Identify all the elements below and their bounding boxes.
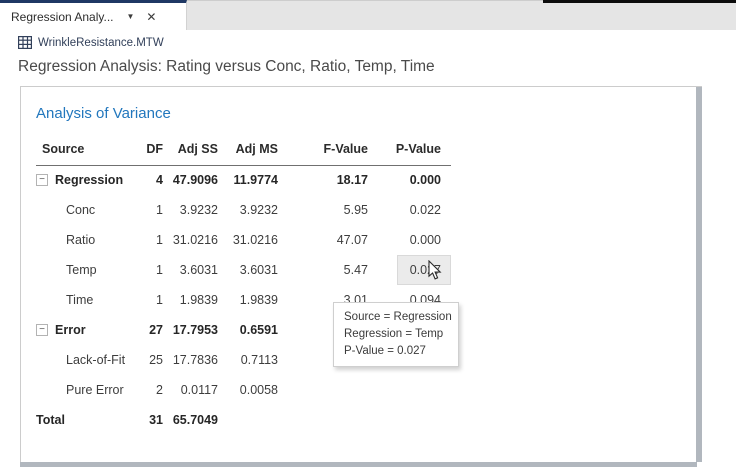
f-value-cell[interactable] bbox=[278, 375, 368, 405]
table-row: Temp13.60313.60315.470.027 bbox=[36, 255, 451, 285]
anova-body: −Regression447.909611.977418.170.000Conc… bbox=[36, 165, 451, 435]
df-cell[interactable]: 2 bbox=[130, 375, 163, 405]
col-header-adjss: Adj SS bbox=[163, 133, 218, 165]
df-cell[interactable]: 1 bbox=[130, 285, 163, 315]
adj-ss-cell[interactable]: 65.7049 bbox=[163, 405, 218, 435]
page-title: Regression Analysis: Rating versus Conc,… bbox=[18, 58, 435, 76]
source-cell[interactable]: Pure Error bbox=[36, 375, 130, 405]
anova-table: Source DF Adj SS Adj MS F-Value P-Value … bbox=[36, 133, 451, 435]
df-cell[interactable]: 25 bbox=[130, 345, 163, 375]
source-cell[interactable]: Ratio bbox=[36, 225, 130, 255]
collapse-icon[interactable]: − bbox=[36, 174, 48, 186]
f-value-cell[interactable]: 18.17 bbox=[278, 165, 368, 195]
table-row: Pure Error 20.01170.0058 bbox=[36, 375, 451, 405]
col-header-pvalue: P-Value bbox=[368, 133, 451, 165]
p-value-text: 0.000 bbox=[410, 173, 441, 187]
source-label: Temp bbox=[66, 263, 97, 277]
vertical-scrollbar[interactable] bbox=[696, 87, 702, 462]
p-value-cell[interactable]: 0.022 bbox=[368, 195, 451, 225]
df-cell[interactable]: 1 bbox=[130, 225, 163, 255]
tooltip-line: Source = Regression bbox=[344, 309, 448, 326]
df-cell[interactable]: 1 bbox=[130, 255, 163, 285]
adj-ss-cell[interactable]: 47.9096 bbox=[163, 165, 218, 195]
tab-title: Regression Analy... bbox=[11, 10, 114, 24]
tooltip-line: P-Value = 0.027 bbox=[344, 343, 448, 360]
source-cell[interactable]: −Error bbox=[36, 315, 130, 345]
source-cell[interactable]: −Regression bbox=[36, 165, 130, 195]
source-cell[interactable]: Lack-of-Fit bbox=[36, 345, 130, 375]
worksheet-name: WrinkleResistance.MTW bbox=[38, 37, 164, 49]
col-header-fvalue: F-Value bbox=[278, 133, 368, 165]
mouse-cursor-icon bbox=[428, 260, 443, 286]
adj-ms-cell[interactable]: 3.9232 bbox=[218, 195, 278, 225]
source-cell[interactable]: Conc bbox=[36, 195, 130, 225]
adj-ss-cell[interactable]: 1.9839 bbox=[163, 285, 218, 315]
adj-ss-cell[interactable]: 3.9232 bbox=[163, 195, 218, 225]
table-header-row: Source DF Adj SS Adj MS F-Value P-Value bbox=[36, 133, 451, 165]
source-label: Regression bbox=[55, 173, 123, 187]
adj-ms-cell[interactable]: 1.9839 bbox=[218, 285, 278, 315]
source-label: Pure Error bbox=[66, 383, 124, 397]
source-label: Ratio bbox=[66, 233, 95, 247]
col-header-df: DF bbox=[130, 133, 163, 165]
f-value-cell[interactable] bbox=[278, 405, 368, 435]
col-header-source: Source bbox=[36, 133, 130, 165]
tooltip-line: Regression = Temp bbox=[344, 326, 448, 343]
source-label: Conc bbox=[66, 203, 95, 217]
p-value-text: 0.000 bbox=[410, 233, 441, 247]
p-value-cell[interactable]: 0.000 bbox=[368, 165, 451, 195]
app-window: Regression Analy... ▼ ✕ WrinkleResistanc… bbox=[0, 0, 736, 474]
adj-ms-cell[interactable]: 31.0216 bbox=[218, 225, 278, 255]
df-cell[interactable]: 31 bbox=[130, 405, 163, 435]
source-cell[interactable]: Total bbox=[36, 405, 130, 435]
source-cell[interactable]: Time bbox=[36, 285, 130, 315]
table-row: Conc13.92323.92325.950.022 bbox=[36, 195, 451, 225]
source-label: Total bbox=[36, 413, 65, 427]
df-cell[interactable]: 4 bbox=[130, 165, 163, 195]
df-cell[interactable]: 1 bbox=[130, 195, 163, 225]
worksheet-link[interactable]: WrinkleResistance.MTW bbox=[18, 36, 164, 49]
table-row: −Regression447.909611.977418.170.000 bbox=[36, 165, 451, 195]
p-value-cell[interactable] bbox=[368, 375, 451, 405]
collapse-icon[interactable]: − bbox=[36, 324, 48, 336]
adj-ss-cell[interactable]: 0.0117 bbox=[163, 375, 218, 405]
adj-ss-cell[interactable]: 17.7836 bbox=[163, 345, 218, 375]
top-edge-bar bbox=[543, 0, 736, 3]
source-label: Lack-of-Fit bbox=[66, 353, 125, 367]
df-cell[interactable]: 27 bbox=[130, 315, 163, 345]
p-value-text: 0.022 bbox=[410, 203, 441, 217]
adj-ms-cell[interactable]: 0.6591 bbox=[218, 315, 278, 345]
adj-ss-cell[interactable]: 17.7953 bbox=[163, 315, 218, 345]
source-label: Time bbox=[66, 293, 93, 307]
source-cell[interactable]: Temp bbox=[36, 255, 130, 285]
close-icon[interactable]: ✕ bbox=[146, 11, 156, 23]
horizontal-scrollbar[interactable] bbox=[20, 462, 697, 467]
f-value-cell[interactable]: 5.47 bbox=[278, 255, 368, 285]
adj-ms-cell[interactable]: 0.7113 bbox=[218, 345, 278, 375]
cell-tooltip: Source = Regression Regression = Temp P-… bbox=[333, 302, 459, 367]
worksheet-grid-icon bbox=[18, 36, 32, 49]
adj-ss-cell[interactable]: 3.6031 bbox=[163, 255, 218, 285]
f-value-cell[interactable]: 5.95 bbox=[278, 195, 368, 225]
adj-ms-cell[interactable]: 11.9774 bbox=[218, 165, 278, 195]
p-value-cell[interactable] bbox=[368, 405, 451, 435]
adj-ss-cell[interactable]: 31.0216 bbox=[163, 225, 218, 255]
adj-ms-cell[interactable] bbox=[218, 405, 278, 435]
adj-ms-cell[interactable]: 0.0058 bbox=[218, 375, 278, 405]
source-label: Error bbox=[55, 323, 86, 337]
table-row: Ratio131.021631.021647.070.000 bbox=[36, 225, 451, 255]
adj-ms-cell[interactable]: 3.6031 bbox=[218, 255, 278, 285]
col-header-adjms: Adj MS bbox=[218, 133, 278, 165]
p-value-cell[interactable]: 0.000 bbox=[368, 225, 451, 255]
section-heading: Analysis of Variance bbox=[36, 105, 171, 122]
table-row: Total 3165.7049 bbox=[36, 405, 451, 435]
f-value-cell[interactable]: 47.07 bbox=[278, 225, 368, 255]
chevron-down-icon[interactable]: ▼ bbox=[127, 12, 135, 21]
tab-regression-analysis[interactable]: Regression Analy... ▼ ✕ bbox=[0, 0, 187, 30]
